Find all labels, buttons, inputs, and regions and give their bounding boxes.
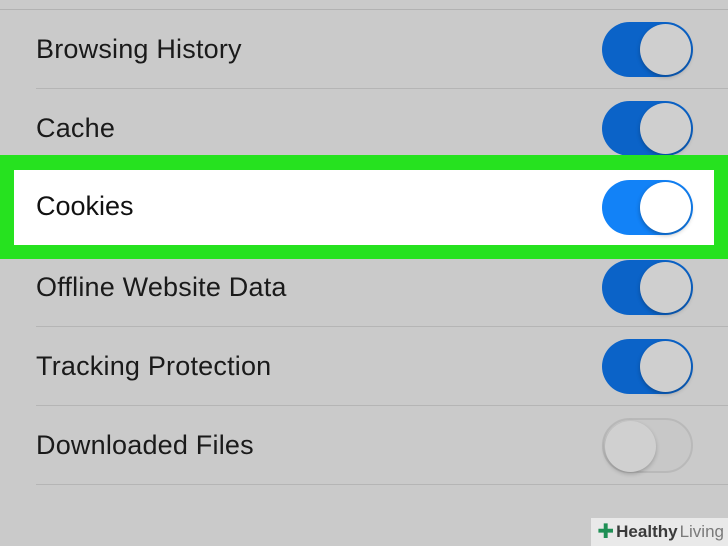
downloaded-files-toggle[interactable] — [602, 418, 693, 473]
top-divider — [0, 0, 728, 10]
setting-row-cookies[interactable]: Cookies — [14, 170, 714, 245]
cookies-toggle[interactable] — [602, 180, 693, 235]
toggle-knob — [640, 103, 691, 154]
setting-label-offline-website-data: Offline Website Data — [36, 272, 287, 302]
browsing-history-toggle[interactable] — [602, 22, 693, 77]
watermark-word-2: Living — [679, 522, 724, 541]
offline-website-data-toggle[interactable] — [602, 260, 693, 315]
setting-label-tracking-protection: Tracking Protection — [36, 351, 272, 381]
tracking-protection-toggle[interactable] — [602, 339, 693, 394]
setting-row-downloaded-files[interactable]: Downloaded Files — [0, 406, 728, 485]
toggle-knob — [640, 24, 691, 75]
setting-label-cache: Cache — [36, 113, 116, 143]
toggle-knob — [640, 182, 691, 233]
toggle-knob — [605, 421, 656, 472]
setting-row-browsing-history[interactable]: Browsing History — [0, 10, 728, 89]
plus-cross-icon: ✚ — [597, 521, 615, 543]
watermark: ✚ Healthy Living — [591, 518, 728, 546]
setting-label-cookies: Cookies — [36, 191, 134, 221]
cache-toggle[interactable] — [602, 101, 693, 156]
toggle-knob — [640, 341, 691, 392]
watermark-word-1: Healthy — [616, 522, 678, 541]
setting-row-offline-website-data[interactable]: Offline Website Data — [0, 248, 728, 327]
toggle-knob — [640, 262, 691, 313]
setting-row-tracking-protection[interactable]: Tracking Protection — [0, 327, 728, 406]
setting-label-browsing-history: Browsing History — [36, 34, 242, 64]
setting-label-downloaded-files: Downloaded Files — [36, 430, 254, 460]
